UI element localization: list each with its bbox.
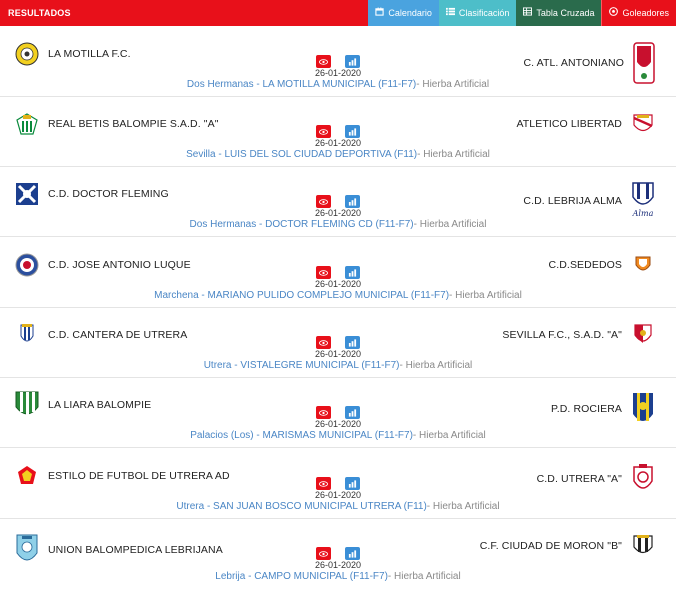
match-date: 26-01-2020 <box>314 279 362 289</box>
bar-chart-icon <box>348 197 357 206</box>
list-icon <box>445 0 455 26</box>
stats-button[interactable] <box>345 125 360 138</box>
classification-button[interactable]: Clasificación <box>438 0 517 26</box>
match-center: 26-01-2020 Utrera - SAN JUAN BOSCO MUNIC… <box>0 477 676 513</box>
eye-icon <box>319 128 328 135</box>
match-date: 26-01-2020 <box>314 419 362 429</box>
view-match-button[interactable] <box>316 406 331 419</box>
eye-icon <box>319 339 328 346</box>
match-date: 26-01-2020 <box>314 68 362 78</box>
surface-text: - Hierba Artificial <box>417 149 490 160</box>
eye-icon <box>319 550 328 557</box>
view-match-button[interactable] <box>316 477 331 490</box>
calendar-icon <box>375 0 384 26</box>
surface-text: - Hierba Artificial <box>399 360 473 371</box>
results-title: RESULTADOS <box>8 8 71 18</box>
venue-link[interactable]: Dos Hermanas - DOCTOR FLEMING CD (F11-F7… <box>190 219 414 230</box>
match-row: LA LIARA BALOMPIE P.D. ROCIERA 26-01-202… <box>0 378 676 448</box>
venue-link[interactable]: Utrera - VISTALEGRE MUNICIPAL (F11-F7) <box>204 360 400 371</box>
venue-link[interactable]: Dos Hermanas - LA MOTILLA MUNICIPAL (F11… <box>187 79 416 90</box>
match-row: C.D. DOCTOR FLEMING C.D. LEBRIJA ALMA Al… <box>0 167 676 237</box>
classification-label: Clasificación <box>458 8 510 18</box>
view-match-button[interactable] <box>316 195 331 208</box>
bar-chart-icon <box>348 57 357 66</box>
crosstable-label: Tabla Cruzada <box>536 8 595 18</box>
bar-chart-icon <box>348 268 357 277</box>
view-match-button[interactable] <box>316 125 331 138</box>
soccer-ball-icon <box>609 0 619 26</box>
match-date: 26-01-2020 <box>314 138 362 148</box>
venue-link[interactable]: Sevilla - LUIS DEL SOL CIUDAD DEPORTIVA … <box>186 149 417 160</box>
scorers-button[interactable]: Goleadores <box>601 0 676 26</box>
stats-button[interactable] <box>345 195 360 208</box>
match-date: 26-01-2020 <box>314 208 362 218</box>
surface-text: - Hierba Artificial <box>413 219 487 230</box>
view-match-button[interactable] <box>316 266 331 279</box>
stats-button[interactable] <box>345 477 360 490</box>
bar-chart-icon <box>348 408 357 417</box>
match-row: ESTILO DE FUTBOL DE UTRERA AD C.D. UTRER… <box>0 449 676 519</box>
match-center: 26-01-2020 Sevilla - LUIS DEL SOL CIUDAD… <box>0 125 676 161</box>
match-center: 26-01-2020 Marchena - MARIANO PULIDO COM… <box>0 266 676 302</box>
match-date: 26-01-2020 <box>314 349 362 359</box>
stats-button[interactable] <box>345 55 360 68</box>
match-date: 26-01-2020 <box>314 560 362 570</box>
bar-chart-icon <box>348 338 357 347</box>
eye-icon <box>319 198 328 205</box>
match-row: LA MOTILLA F.C. C. ATL. ANTONIANO 26-01-… <box>0 27 676 97</box>
venue-link[interactable]: Utrera - SAN JUAN BOSCO MUNICIPAL UTRERA… <box>176 501 426 512</box>
match-row: UNION BALOMPEDICA LEBRIJANA C.F. CIUDAD … <box>0 519 676 589</box>
calendar-label: Calendario <box>388 8 432 18</box>
match-center: 26-01-2020 Dos Hermanas - DOCTOR FLEMING… <box>0 195 676 231</box>
results-header-bar: RESULTADOS Calendario Clasificación Tabl… <box>0 0 676 26</box>
surface-text: - Hierba Artificial <box>387 571 461 582</box>
eye-icon <box>319 480 328 487</box>
venue-link[interactable]: Marchena - MARIANO PULIDO COMPLEJO MUNIC… <box>154 290 449 301</box>
surface-text: - Hierba Artificial <box>412 430 486 441</box>
stats-button[interactable] <box>345 547 360 560</box>
match-date: 26-01-2020 <box>314 490 362 500</box>
match-center: 26-01-2020 Lebrija - CAMPO MUNICIPAL (F1… <box>0 547 676 583</box>
surface-text: - Hierba Artificial <box>426 501 500 512</box>
match-center: 26-01-2020 Palacios (Los) - MARISMAS MUN… <box>0 406 676 442</box>
stats-button[interactable] <box>345 266 360 279</box>
stats-button[interactable] <box>345 336 360 349</box>
bar-chart-icon <box>348 549 357 558</box>
crosstable-button[interactable]: Tabla Cruzada <box>516 0 602 26</box>
bar-chart-icon <box>348 479 357 488</box>
surface-text: - Hierba Artificial <box>416 79 490 90</box>
view-match-button[interactable] <box>316 336 331 349</box>
match-row: REAL BETIS BALOMPIE S.A.D. "A" ATLETICO … <box>0 97 676 167</box>
eye-icon <box>319 58 328 65</box>
calendar-button[interactable]: Calendario <box>368 0 439 26</box>
venue-link[interactable]: Lebrija - CAMPO MUNICIPAL (F11-F7) <box>215 571 388 582</box>
view-match-button[interactable] <box>316 55 331 68</box>
bar-chart-icon <box>348 127 357 136</box>
scorers-label: Goleadores <box>622 8 669 18</box>
eye-icon <box>319 409 328 416</box>
surface-text: - Hierba Artificial <box>449 290 522 301</box>
match-row: C.D. CANTERA DE UTRERA SEVILLA F.C., S.A… <box>0 308 676 378</box>
eye-icon <box>319 269 328 276</box>
match-center: 26-01-2020 Utrera - VISTALEGRE MUNICIPAL… <box>0 336 676 372</box>
venue-link[interactable]: Palacios (Los) - MARISMAS MUNICIPAL (F11… <box>190 430 413 441</box>
table-icon <box>523 0 533 26</box>
stats-button[interactable] <box>345 406 360 419</box>
view-match-button[interactable] <box>316 547 331 560</box>
match-row: C.D. JOSE ANTONIO LUQUE C.D.SEDEDOS 26-0… <box>0 238 676 308</box>
match-center: 26-01-2020 Dos Hermanas - LA MOTILLA MUN… <box>0 55 676 91</box>
